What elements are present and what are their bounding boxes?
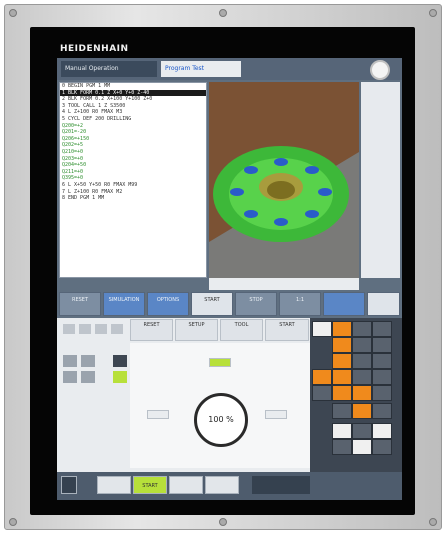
keypad-key[interactable] (352, 353, 372, 369)
program-line: 5 CYCL DEF 200 DRILLING (62, 115, 132, 122)
softkey[interactable]: 1:1 (279, 292, 321, 316)
keypad-key[interactable] (372, 321, 392, 337)
keypad-key[interactable] (332, 369, 352, 385)
part-simulation (209, 82, 359, 278)
screw-icon (9, 9, 17, 17)
softkey[interactable]: OPTIONS (147, 292, 189, 316)
tab-manual[interactable]: Manual Operation (61, 61, 157, 77)
keypad-key[interactable] (332, 403, 352, 419)
numeric-keypad (310, 318, 402, 472)
program-line: 4 L Z+100 R0 FMAX M3 (62, 109, 123, 116)
program-line: Q204=+50 (62, 162, 87, 169)
control-button[interactable]: SETUP (175, 319, 218, 341)
arrow-key[interactable] (372, 423, 392, 439)
keypad-key[interactable] (332, 321, 352, 337)
control-button-bar: RESET SETUP TOOL START (130, 319, 310, 341)
program-line: Q395=+0 (62, 175, 84, 182)
softkey[interactable] (323, 292, 365, 316)
tab-program-test[interactable]: Program Test (161, 61, 241, 77)
program-line: 0 BEGIN PGM 1 MM (62, 83, 111, 89)
program-line: Q200=+2 (62, 122, 84, 129)
keypad-key[interactable] (372, 385, 392, 401)
control-button[interactable]: START (265, 319, 309, 341)
control-screen: Manual Operation Program Test 0 BEGIN PG… (57, 58, 402, 500)
keypad-key[interactable] (332, 385, 352, 401)
keypad-key[interactable] (332, 337, 352, 353)
panel-key[interactable] (113, 355, 127, 367)
keypad-key[interactable] (332, 353, 352, 369)
softkey[interactable]: START (191, 292, 233, 316)
softkey[interactable]: SIMULATION (103, 292, 145, 316)
feed-override-dial[interactable]: 100 % (194, 393, 248, 447)
bottom-button[interactable] (205, 476, 239, 494)
keypad-key[interactable] (352, 369, 372, 385)
control-button[interactable]: RESET (130, 319, 173, 341)
panel-key[interactable] (81, 355, 95, 367)
panel-icon[interactable] (79, 324, 91, 334)
program-line: Q206=+150 (62, 135, 90, 142)
keypad-key[interactable] (312, 369, 332, 385)
program-line: Q210=+0 (62, 148, 84, 155)
panel-key[interactable] (63, 355, 77, 367)
panel-key[interactable] (113, 371, 127, 383)
keypad-key[interactable] (352, 385, 372, 401)
screw-icon (429, 518, 437, 526)
bottom-button[interactable]: START (133, 476, 167, 494)
panel-key[interactable] (63, 371, 77, 383)
arrow-key[interactable] (372, 439, 392, 455)
program-line: 1 BLK FORM 0.1 Z X+0 Y+0 Z-40 (60, 89, 206, 97)
program-line: 8 END PGM 1 MM (62, 195, 105, 202)
program-line: Q211=+0 (62, 168, 84, 175)
keypad-key[interactable] (352, 337, 372, 353)
bottom-button[interactable] (97, 476, 131, 494)
bottom-icon[interactable] (61, 476, 77, 494)
screw-icon (219, 518, 227, 526)
program-line: 6 L X+50 Y+50 R0 FMAX M99 (62, 181, 138, 188)
arrow-key[interactable] (352, 423, 372, 439)
left-key-grid (61, 353, 127, 403)
panel-icon[interactable] (63, 324, 75, 334)
program-line: 3 TOOL CALL 1 Z S3500 (62, 102, 126, 109)
keypad-key[interactable] (352, 321, 372, 337)
screw-icon (9, 518, 17, 526)
keypad-key[interactable] (372, 337, 392, 353)
override-marker[interactable] (147, 410, 169, 419)
side-panel (361, 82, 400, 278)
keypad-key[interactable] (372, 369, 392, 385)
keypad-key[interactable] (372, 403, 392, 419)
program-line: 7 L Z+100 R0 FMAX M2 (62, 188, 123, 195)
bottom-bar: START (57, 472, 402, 500)
panel-icon[interactable] (95, 324, 107, 334)
screw-icon (429, 9, 437, 17)
override-marker[interactable] (209, 358, 231, 367)
panel-key[interactable] (81, 371, 95, 383)
program-line: Q203=+0 (62, 155, 84, 162)
program-line: Q202=+5 (62, 142, 84, 149)
status-bar (209, 278, 359, 290)
override-marker[interactable] (265, 410, 287, 419)
program-listing: 0 BEGIN PGM 1 MM 1 BLK FORM 0.1 Z X+0 Y+… (59, 82, 207, 278)
arrow-key[interactable] (332, 439, 352, 455)
program-line: Q201=-20 (62, 129, 87, 136)
arrow-key[interactable] (352, 439, 372, 455)
bottom-button[interactable] (169, 476, 203, 494)
arrow-key[interactable] (332, 423, 352, 439)
brand-logo: HEIDENHAIN (60, 44, 129, 54)
clock-icon (370, 60, 390, 80)
keypad-key[interactable] (312, 385, 332, 401)
screw-icon (219, 9, 227, 17)
softkey[interactable]: RESET (59, 292, 101, 316)
keypad-key[interactable] (312, 321, 332, 337)
softkey[interactable] (367, 292, 400, 316)
program-line: 2 BLK FORM 0.2 X+100 Y+100 Z+0 (62, 96, 153, 103)
simulation-view (209, 82, 359, 278)
panel-icon[interactable] (111, 324, 123, 334)
mode-select[interactable] (252, 476, 310, 494)
keypad-key[interactable] (352, 403, 372, 419)
control-button[interactable]: TOOL (220, 319, 263, 341)
softkey[interactable]: STOP (235, 292, 277, 316)
keypad-key[interactable] (372, 353, 392, 369)
